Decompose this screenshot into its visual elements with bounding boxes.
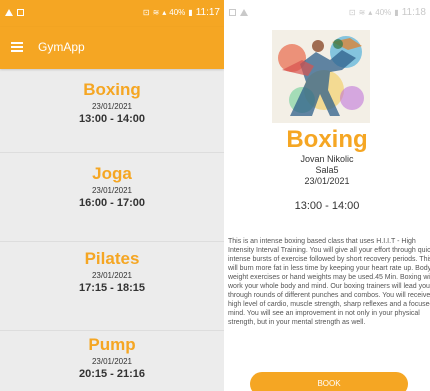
image-notification-icon: [229, 9, 236, 16]
clock: 11:18: [401, 7, 426, 18]
wifi-icon: ≋: [152, 8, 160, 17]
class-date: 23/01/2021: [91, 102, 133, 111]
nfc-icon: ⊡: [348, 8, 356, 17]
class-time: 16:00 - 17:00: [78, 197, 146, 209]
class-card-pilates[interactable]: Pilates 23/01/2021 17:15 - 18:15: [0, 242, 224, 331]
boxers-illustration: [272, 30, 370, 123]
signal-icon: ▴: [162, 8, 167, 17]
battery-icon: ▮: [188, 8, 193, 17]
hamburger-menu-icon[interactable]: [11, 42, 23, 52]
class-description: This is an intense boxing based class th…: [228, 238, 430, 326]
class-list-screen: ⊡ ≋ ▴ 40% ▮ 11:17 GymApp Boxing 23/01/20…: [0, 0, 224, 391]
trainer-name: Jovan Nikolic: [300, 154, 354, 164]
class-time: 20:15 - 21:16: [78, 368, 146, 380]
status-bar: ⊡ ≋ ▴ 40% ▮ 11:17: [0, 0, 224, 27]
signal-icon: ▴: [368, 8, 373, 17]
class-photo: [272, 30, 370, 123]
battery-percent: 40%: [375, 8, 392, 17]
class-name: Pilates: [84, 249, 140, 268]
class-name: Pump: [88, 335, 136, 354]
warning-icon: [240, 9, 248, 16]
battery-percent: 40%: [169, 8, 186, 17]
battery-icon: ▮: [394, 8, 399, 17]
nfc-icon: ⊡: [142, 8, 150, 17]
class-time: 13:00 - 14:00: [294, 200, 360, 212]
class-time: 13:00 - 14:00: [78, 113, 146, 125]
class-name: Joga: [92, 164, 132, 183]
room-name: Sala5: [315, 165, 339, 175]
wifi-icon: ≋: [358, 8, 366, 17]
class-card-pump[interactable]: Pump 23/01/2021 20:15 - 21:16: [0, 331, 224, 391]
class-card-joga[interactable]: Joga 23/01/2021 16:00 - 17:00: [0, 153, 224, 242]
class-date: 23/01/2021: [91, 357, 133, 366]
class-date: 23/01/2021: [91, 186, 133, 195]
class-detail-screen: ⊡ ≋ ▴ 40% ▮ 11:18 Boxing Jovan Nikolic S…: [224, 0, 430, 391]
app-title: GymApp: [38, 40, 85, 54]
class-card-boxing[interactable]: Boxing 23/01/2021 13:00 - 14:00: [0, 72, 224, 153]
book-button[interactable]: BOOK: [250, 372, 408, 391]
app-bar: GymApp: [0, 27, 224, 69]
class-name: Boxing: [83, 80, 141, 99]
class-time: 17:15 - 18:15: [78, 282, 146, 294]
class-date: 23/01/2021: [304, 176, 350, 186]
warning-icon: [5, 9, 13, 16]
clock: 11:17: [195, 7, 220, 18]
class-title: Boxing: [286, 126, 368, 153]
status-bar: ⊡ ≋ ▴ 40% ▮ 11:18: [224, 0, 430, 27]
class-date: 23/01/2021: [91, 271, 133, 280]
image-notification-icon: [17, 9, 24, 16]
